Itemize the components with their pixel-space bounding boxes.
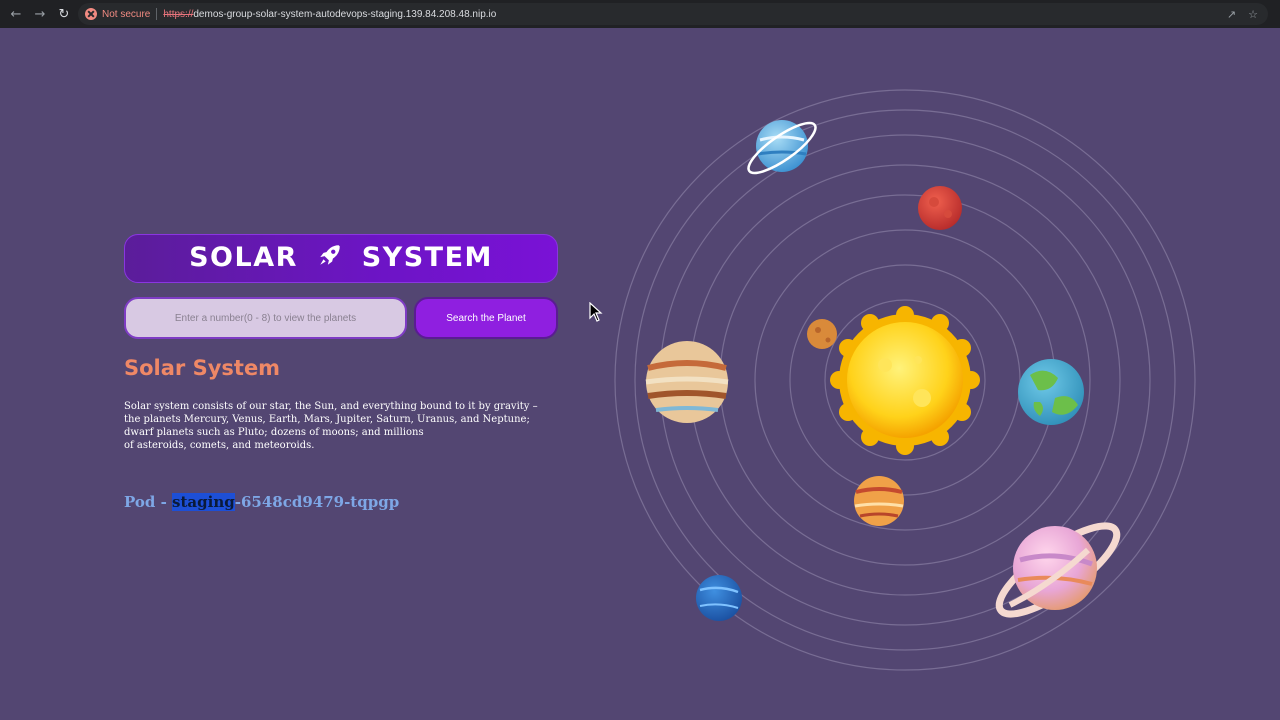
pink-ringed-planet [995,522,1121,618]
share-icon[interactable]: ↗ [1227,8,1236,21]
title-right: SYSTEM [361,242,493,273]
forward-arrow-icon[interactable]: → [29,3,51,25]
description-line: Solar system consists of our star, the S… [124,401,538,412]
description-line: of asteroids, comets, and meteoroids. [124,440,315,451]
url-text[interactable]: demos-group-solar-system-autodevops-stag… [193,9,496,20]
back-arrow-icon[interactable]: ← [5,3,27,25]
pod-name: Pod - staging-6548cd9479-tqpgp [124,493,399,511]
divider [156,8,158,20]
sun [830,306,980,455]
pod-suffix: -6548cd9479-tqpgp [234,493,400,511]
search-planet-button[interactable]: Search the Planet [414,297,558,339]
reload-icon[interactable]: ↻ [53,3,75,25]
rocket-icon [317,242,343,275]
address-bar[interactable]: Not secure https:// demos-group-solar-sy… [78,3,1268,25]
description-line: the planets Mercury, Venus, Earth, Mars,… [124,414,530,425]
page-title: SOLAR SYSTEM [189,242,493,275]
title-banner: SOLAR SYSTEM [124,234,558,283]
title-left: SOLAR [189,242,298,273]
solar-system-illustration [614,89,1196,671]
planet-number-input[interactable] [124,297,407,339]
ringed-blue-planet [747,120,817,175]
striped-planet [645,341,729,423]
small-orange-planet [807,319,837,349]
orange-striped-planet [854,476,904,526]
earth-planet [1018,359,1084,425]
security-label[interactable]: Not secure [102,9,150,20]
red-planet [918,186,962,230]
description-line: dwarf planets such as Pluto; dozens of m… [124,427,424,438]
mouse-cursor-icon [589,301,603,326]
section-heading: Solar System [124,356,281,380]
dark-blue-planet [696,575,742,621]
not-secure-icon[interactable] [85,8,97,20]
pod-prefix: Pod - [124,493,173,511]
description: Solar system consists of our star, the S… [124,400,554,452]
browser-toolbar: ← → ↻ Not secure https:// demos-group-so… [0,0,1280,28]
pod-highlighted-text: staging [172,493,235,511]
bookmark-star-icon[interactable]: ☆ [1248,8,1258,21]
url-scheme[interactable]: https:// [163,9,193,20]
